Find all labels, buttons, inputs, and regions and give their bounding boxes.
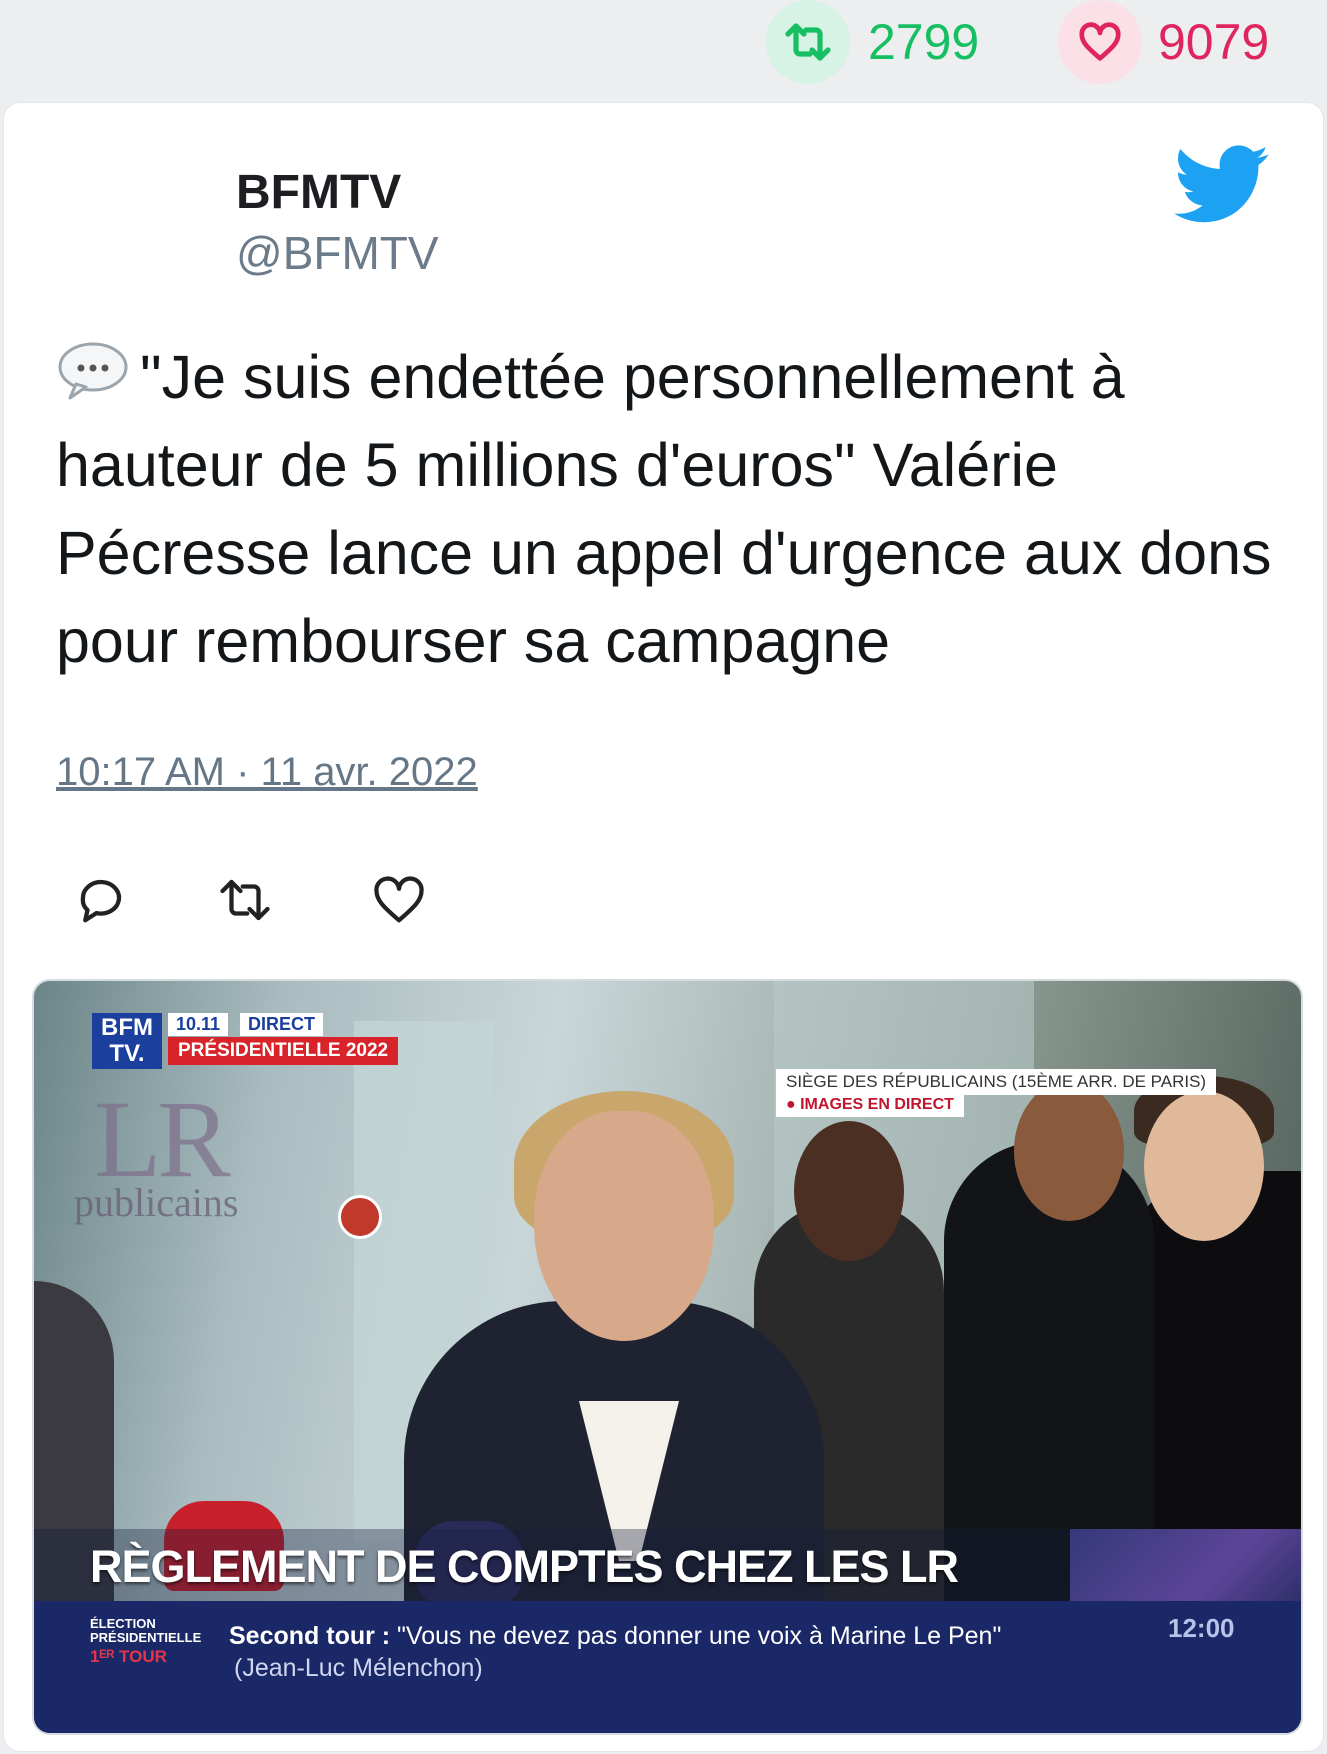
ticker-clock: 12:00 — [1168, 1613, 1235, 1643]
ticker-tour: 1ᴱᴿ TOUR — [90, 1647, 167, 1666]
ticker-text: "Vous ne devez pas donner une voix à Mar… — [390, 1622, 1002, 1650]
live-caption: ● IMAGES EN DIRECT — [776, 1093, 964, 1117]
news-headline: RÈGLEMENT DE COMPTES CHEZ LES LR — [90, 1541, 959, 1592]
ticker-label: ÉLECTION PRÉSIDENTIELLE — [90, 1616, 202, 1645]
twitter-bird-icon[interactable] — [1174, 145, 1270, 225]
person-center-head — [794, 1121, 904, 1261]
author-name[interactable]: BFMTV — [236, 165, 401, 221]
election-tag: PRÉSIDENTIELLE 2022 — [168, 1037, 399, 1065]
broadcast-time: 10.11 — [168, 1013, 229, 1036]
speaker-head — [534, 1111, 714, 1341]
location-caption: SIÈGE DES RÉPUBLICAINS (15ÈME ARR. DE PA… — [776, 1069, 1217, 1095]
author-handle[interactable]: @BFMTV — [236, 226, 439, 280]
tweet-body: "Je suis endettée personnellement à haut… — [56, 343, 1272, 675]
retweet-icon[interactable] — [218, 873, 272, 927]
speech-balloon-icon — [58, 342, 128, 400]
like-icon[interactable] — [372, 873, 426, 927]
engagement-stats: 2799 9079 — [0, 0, 1327, 95]
no-entry-sign-icon — [338, 1195, 382, 1239]
person-center-right-head — [1014, 1081, 1124, 1221]
direct-tag: DIRECT — [240, 1013, 323, 1036]
like-count-icon[interactable] — [1058, 0, 1142, 84]
tweet-media-image[interactable]: LR publicains BFM TV. 10.11 DIRECT PRÉSI… — [32, 979, 1303, 1735]
wall-text: publicains — [74, 1180, 239, 1225]
bfmtv-logo: BFM TV. — [92, 1013, 162, 1069]
ticker-attribution: (Jean-Luc Mélenchon) — [234, 1654, 483, 1682]
retweet-count: 2799 — [868, 14, 980, 70]
ticker-bold: Second tour : — [229, 1622, 391, 1650]
reply-icon[interactable] — [74, 873, 128, 927]
tweet-timestamp[interactable]: 10:17 AM · 11 avr. 2022 — [56, 748, 478, 796]
retweet-count-icon[interactable] — [766, 0, 850, 84]
like-count: 9079 — [1158, 14, 1270, 70]
person-right-head — [1144, 1091, 1264, 1241]
tweet-card: BFMTV @BFMTV "Je suis endettée personnel… — [4, 103, 1323, 1751]
tweet-text: "Je suis endettée personnellement à haut… — [56, 333, 1286, 685]
ticker-quote: Second tour : "Vous ne devez pas donner … — [229, 1621, 1001, 1651]
